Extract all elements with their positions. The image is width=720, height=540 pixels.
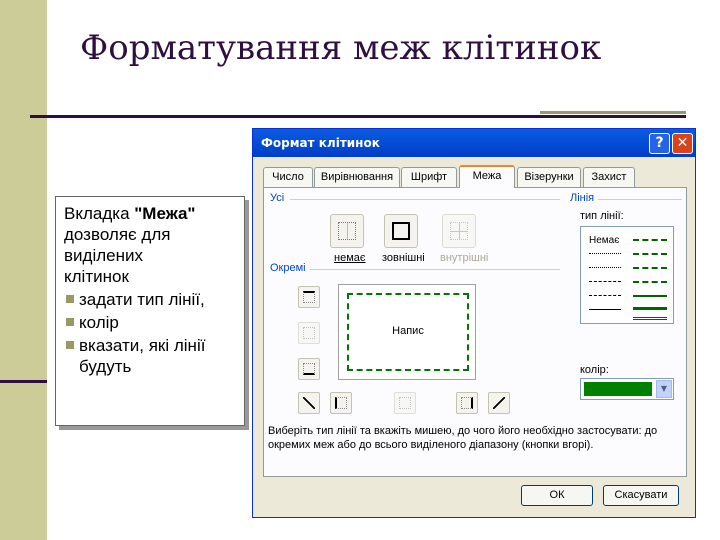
border-bottom-button[interactable] <box>298 358 320 380</box>
preset-none-label: немає <box>334 252 366 264</box>
group-line-label: Лінія <box>570 192 595 204</box>
color-select[interactable]: ▼ <box>580 378 674 400</box>
color-label: колір: <box>580 364 609 376</box>
line-style-option[interactable] <box>589 281 621 282</box>
border-left-icon <box>335 397 347 409</box>
line-style-option[interactable] <box>633 253 667 255</box>
group-divider <box>290 199 560 200</box>
diagonal-down-icon <box>493 397 505 409</box>
line-style-option[interactable] <box>589 267 621 268</box>
border-diagonal-up-button[interactable] <box>298 392 320 414</box>
preview-text: Напис <box>392 325 424 337</box>
preset-outline-label: зовнішні <box>382 252 425 264</box>
group-all-label: Усі <box>270 192 285 204</box>
text-line: Вкладка "Межа" <box>64 204 196 223</box>
ok-button[interactable]: ОК <box>521 485 593 506</box>
border-preview[interactable]: Напис <box>338 284 476 380</box>
border-right-button[interactable] <box>456 392 478 414</box>
border-inside-horizontal-icon <box>303 327 315 339</box>
border-bottom-icon <box>303 363 315 375</box>
line-style-option[interactable] <box>589 309 621 310</box>
group-divider <box>310 269 560 270</box>
dialog-title: Формат клітинок <box>253 129 695 157</box>
text-line: дозволяє для <box>64 225 171 244</box>
tab-border[interactable]: Межа <box>459 165 515 188</box>
border-right-icon <box>461 397 473 409</box>
border-inside-vertical-button[interactable] <box>394 392 416 414</box>
slide-title: Форматування меж клітинок <box>80 28 602 68</box>
text-box: Вкладка "Межа" дозволяє для виділених кл… <box>55 196 245 426</box>
line-style-option[interactable] <box>589 295 621 296</box>
line-style-option[interactable] <box>633 295 667 297</box>
tab-number[interactable]: Число <box>263 167 313 187</box>
chevron-down-icon[interactable]: ▼ <box>656 380 672 398</box>
divider-accent <box>540 111 686 114</box>
border-left-button[interactable] <box>330 392 352 414</box>
group-separate-label: Окремі <box>270 262 306 274</box>
border-diagonal-down-button[interactable] <box>488 392 510 414</box>
tab-protection[interactable]: Захист <box>583 167 635 187</box>
line-style-option[interactable] <box>633 267 667 269</box>
line-type-label: тип лінії: <box>580 210 624 222</box>
color-swatch <box>584 382 652 396</box>
side-bar <box>0 0 47 540</box>
line-style-option[interactable] <box>633 281 667 283</box>
border-inside-horizontal-button[interactable] <box>298 322 320 344</box>
line-style-none[interactable]: Немає <box>589 235 619 246</box>
help-button[interactable]: ? <box>649 133 670 154</box>
preset-inside-label: внутрішні <box>440 252 489 264</box>
line-style-option[interactable] <box>633 317 667 320</box>
bullet-item: колір <box>64 312 236 333</box>
border-panel: Усі Лінія немає зовнішні внутрішні Окрем… <box>263 187 687 477</box>
bullet-item: задати тип лінії, <box>64 289 236 310</box>
line-style-option[interactable] <box>589 253 621 254</box>
format-cells-dialog: Формат клітинок ? ✕ Число Вирівнювання Ш… <box>252 128 696 518</box>
border-top-icon <box>303 291 315 303</box>
preset-none-button[interactable] <box>330 214 364 248</box>
preset-outline-icon <box>392 222 410 240</box>
cancel-button[interactable]: Скасувати <box>603 485 679 506</box>
bottom-tick <box>0 380 47 383</box>
bullet-item: вказати, які лінії будуть <box>64 335 236 377</box>
text-line: виділених <box>64 246 143 265</box>
preset-inside-button[interactable] <box>442 214 476 248</box>
preset-none-icon <box>338 222 356 240</box>
tab-font[interactable]: Шрифт <box>401 167 457 187</box>
border-top-button[interactable] <box>298 286 320 308</box>
hint-text: Виберіть тип лінії та вкажіть мишею, до … <box>268 425 658 451</box>
line-style-option[interactable] <box>633 307 667 310</box>
diagonal-up-icon <box>303 397 315 409</box>
text-line: клітинок <box>64 267 129 286</box>
preset-inside-icon <box>450 222 468 240</box>
border-inside-vertical-icon <box>399 397 411 409</box>
tab-patterns[interactable]: Візерунки <box>517 167 581 187</box>
close-button[interactable]: ✕ <box>672 133 693 154</box>
tab-alignment[interactable]: Вирівнювання <box>314 167 400 187</box>
line-style-list[interactable]: Немає <box>580 226 674 324</box>
group-divider <box>598 199 682 200</box>
preset-outline-button[interactable] <box>384 214 418 248</box>
divider <box>30 115 686 118</box>
line-style-option[interactable] <box>633 239 667 241</box>
